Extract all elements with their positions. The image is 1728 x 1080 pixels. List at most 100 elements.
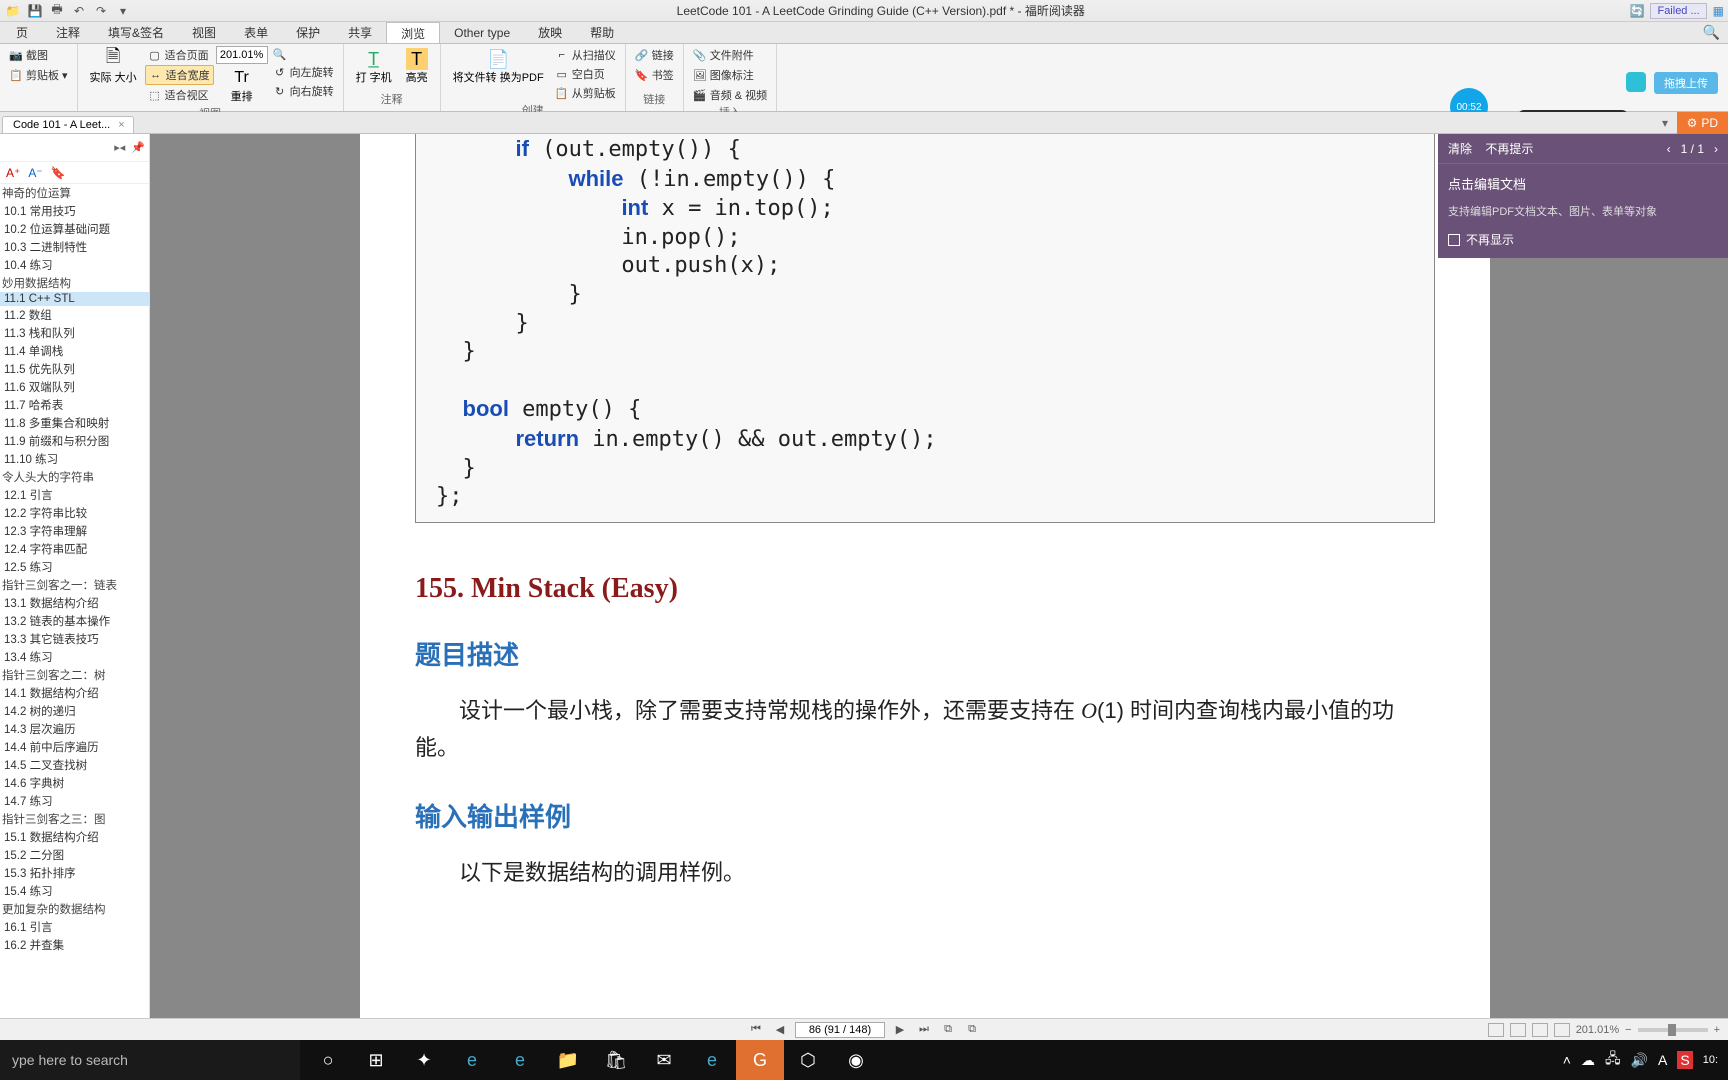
toc-item[interactable]: 10.3 二进制特性 (0, 238, 149, 256)
clear-link[interactable]: 清除 (1448, 142, 1472, 156)
tray-clock[interactable]: 10: (1703, 1054, 1718, 1066)
toc-item[interactable]: 12.3 字符串理解 (0, 522, 149, 540)
find-icon[interactable]: 🔍 (1703, 24, 1720, 41)
tray-ime-icon[interactable]: S (1677, 1051, 1692, 1069)
tab-play[interactable]: 放映 (524, 22, 576, 43)
tray-up-icon[interactable]: ˄ (1563, 1052, 1571, 1068)
toc-item[interactable]: 11.1 C++ STL (0, 292, 149, 306)
prev-page-button[interactable]: ◀ (771, 1022, 789, 1038)
tray-cloud-icon[interactable]: ☁ (1581, 1052, 1595, 1069)
page-viewport[interactable]: if (out.empty()) { while (!in.empty()) {… (150, 134, 1728, 1018)
toc-item[interactable]: 16.2 并查集 (0, 936, 149, 954)
redo-icon[interactable]: ↷ (92, 2, 110, 20)
toc-item[interactable]: 11.2 数组 (0, 306, 149, 324)
toc-item[interactable]: 13.2 链表的基本操作 (0, 612, 149, 630)
toc-item[interactable]: 13.1 数据结构介绍 (0, 594, 149, 612)
toc-item[interactable]: 14.3 层次遍历 (0, 720, 149, 738)
toc-item[interactable]: 14.5 二叉查找树 (0, 756, 149, 774)
collapse-icon[interactable]: ▸◂ (114, 141, 125, 154)
tray-lang-icon[interactable]: A (1658, 1052, 1667, 1068)
prev-hit-icon[interactable]: ‹ (1667, 142, 1671, 156)
toc-item[interactable]: 14.4 前中后序遍历 (0, 738, 149, 756)
toc-item[interactable]: 10.2 位运算基础问题 (0, 220, 149, 238)
tab-view[interactable]: 视图 (178, 22, 230, 43)
tab-file[interactable]: 页 (2, 22, 42, 43)
view-continuous-icon[interactable] (1510, 1023, 1526, 1037)
toc-item[interactable]: 13.3 其它链表技巧 (0, 630, 149, 648)
tab-comment[interactable]: 注释 (42, 22, 94, 43)
undo-icon[interactable]: ↶ (70, 2, 88, 20)
font-decrease-icon[interactable]: A⁻ (28, 166, 42, 180)
toc-item[interactable]: 11.8 多重集合和映射 (0, 414, 149, 432)
toc-item[interactable]: 12.1 引言 (0, 486, 149, 504)
toc-item[interactable]: 11.9 前缀和与积分图 (0, 432, 149, 450)
app2-icon[interactable]: G (736, 1040, 784, 1080)
tray-net-icon[interactable]: 🖧 (1605, 1048, 1621, 1072)
explorer-icon[interactable]: 📁 (544, 1040, 592, 1080)
blank-page-button[interactable]: ▭空白页 (552, 65, 619, 83)
page-number-input[interactable] (795, 1022, 885, 1038)
toc-item[interactable]: 11.4 单调栈 (0, 342, 149, 360)
failed-badge[interactable]: Failed ... (1650, 3, 1706, 19)
tab-other[interactable]: Other type (440, 22, 524, 43)
toc-item[interactable]: 15.4 练习 (0, 882, 149, 900)
toc-item[interactable]: 15.1 数据结构介绍 (0, 828, 149, 846)
toc-item[interactable]: 15.3 拓扑排序 (0, 864, 149, 882)
fit-width-button[interactable]: ↔适合宽度 (145, 65, 214, 85)
toc-item[interactable]: 16.1 引言 (0, 918, 149, 936)
rotate-right-button[interactable]: ↻向右旋转 (270, 82, 337, 100)
tab-form[interactable]: 表单 (230, 22, 282, 43)
magnifier-button[interactable]: 🔍 (270, 46, 337, 62)
toc-item[interactable]: 14.7 练习 (0, 792, 149, 810)
edit-doc-link[interactable]: 点击编辑文档 (1438, 164, 1728, 203)
toc-item[interactable]: 12.4 字符串匹配 (0, 540, 149, 558)
toc-item[interactable]: 11.3 栈和队列 (0, 324, 149, 342)
attachment-button[interactable]: 📎文件附件 (690, 46, 757, 64)
clipboard-button[interactable]: 📋剪贴板▾ (6, 66, 71, 84)
nav-extra1-icon[interactable]: ⧉ (939, 1022, 957, 1038)
tab-protect[interactable]: 保护 (282, 22, 334, 43)
dont-prompt-link[interactable]: 不再提示 (1485, 142, 1533, 156)
bookmark-nav-icon[interactable]: 🔖 (51, 166, 66, 180)
next-page-button[interactable]: ▶ (891, 1022, 909, 1038)
ie-icon[interactable]: e (448, 1040, 496, 1080)
link-button[interactable]: 🔗链接 (632, 46, 677, 64)
toc-item[interactable]: 11.10 练习 (0, 450, 149, 468)
browser-icon[interactable]: e (688, 1040, 736, 1080)
doc-tab[interactable]: Code 101 - A Leet... × (2, 116, 134, 133)
last-page-button[interactable]: ⏭ (915, 1022, 933, 1038)
toc-item[interactable]: 10.4 练习 (0, 256, 149, 274)
typewriter-button[interactable]: T̲打 字机 (350, 46, 398, 86)
toc-item[interactable]: 10.1 常用技巧 (0, 202, 149, 220)
edge-icon[interactable]: e (496, 1040, 544, 1080)
toc-item[interactable]: 11.7 哈希表 (0, 396, 149, 414)
zoom-input[interactable] (216, 46, 268, 64)
from-scanner-button[interactable]: ⌐从扫描仪 (552, 46, 619, 64)
close-tab-icon[interactable]: × (118, 119, 124, 131)
mail-icon[interactable]: ✉ (640, 1040, 688, 1080)
print-icon[interactable]: 🖶 (48, 2, 66, 20)
toc-item[interactable]: 11.5 优先队列 (0, 360, 149, 378)
chrome-icon[interactable]: ◉ (832, 1040, 880, 1080)
open-icon[interactable]: 📁 (4, 2, 22, 20)
store-icon[interactable]: 🛍 (592, 1040, 640, 1080)
app3-icon[interactable]: ⬡ (784, 1040, 832, 1080)
task-view-icon[interactable]: ⊞ (352, 1040, 400, 1080)
from-clipboard-button[interactable]: 📋从剪贴板 (552, 84, 619, 102)
toc-item[interactable]: 11.6 双端队列 (0, 378, 149, 396)
zoom-out-icon[interactable]: − (1625, 1024, 1631, 1036)
nav-extra2-icon[interactable]: ⧉ (963, 1022, 981, 1038)
pdf-badge[interactable]: ⚙PD (1677, 112, 1728, 134)
noshow-checkbox[interactable] (1448, 234, 1460, 246)
image-annotation-button[interactable]: 🖼图像标注 (690, 66, 757, 84)
toc-section[interactable]: 令人头大的字符串 (0, 468, 149, 486)
toc-item[interactable]: 12.2 字符串比较 (0, 504, 149, 522)
sync-icon[interactable]: 🔄 (1630, 4, 1645, 18)
toc-item[interactable]: 12.5 练习 (0, 558, 149, 576)
cloud-icon[interactable] (1626, 72, 1646, 92)
toc-section[interactable]: 妙用数据结构 (0, 274, 149, 292)
next-hit-icon[interactable]: › (1714, 142, 1718, 156)
highlight-button[interactable]: T高亮 (400, 46, 434, 86)
tab-help[interactable]: 帮助 (576, 22, 628, 43)
app1-icon[interactable]: ✦ (400, 1040, 448, 1080)
